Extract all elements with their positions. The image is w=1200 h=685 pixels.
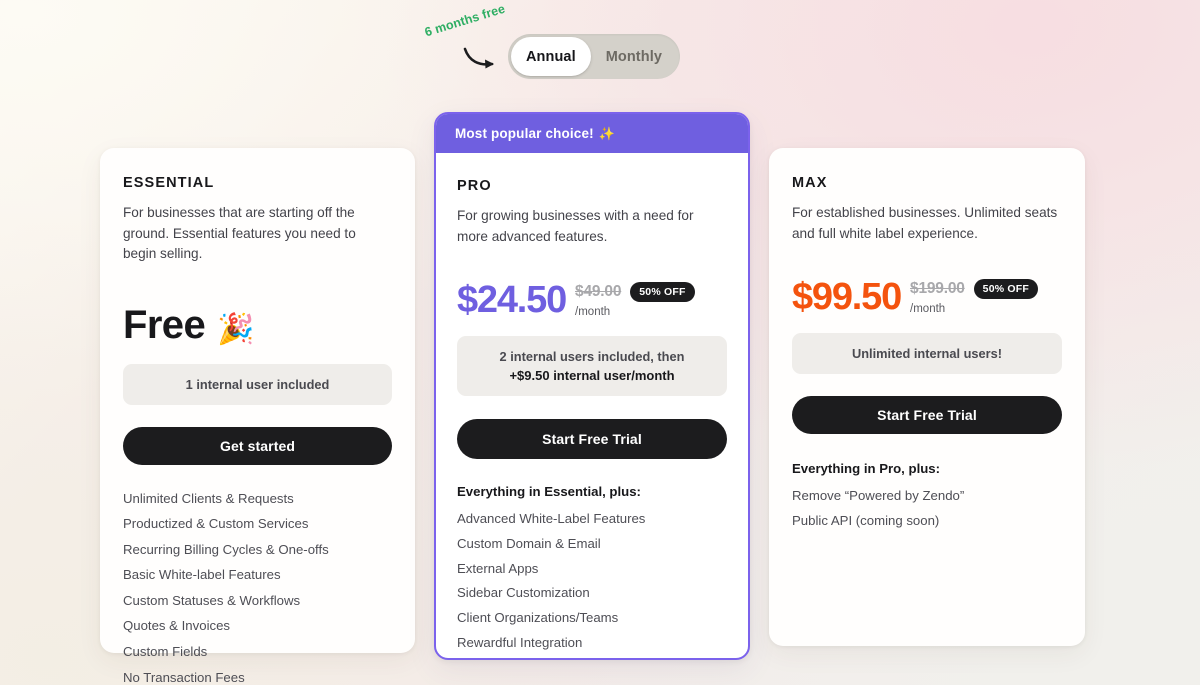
curved-arrow-icon <box>463 47 494 69</box>
price-original-pro: $49.00 <box>575 283 622 300</box>
feature-heading-pro: Everything in Essential, plus: <box>457 484 641 499</box>
plan-name-essential: ESSENTIAL <box>123 175 215 191</box>
card-body-pro: PRO For growing businesses with a need f… <box>436 153 748 658</box>
seats-note-max: Unlimited internal users! <box>792 333 1062 374</box>
billing-option-monthly[interactable]: Monthly <box>591 37 677 76</box>
feature-item: Remove “Powered by Zendo” <box>792 488 965 503</box>
pricing-card-essential: ESSENTIAL For businesses that are starti… <box>100 148 415 684</box>
feature-item: External Apps <box>457 560 539 576</box>
price-original-max: $199.00 <box>910 280 965 297</box>
feature-item: Unlimited Clients & Requests <box>123 490 294 506</box>
cta-start-free-trial-max[interactable]: Start Free Trial <box>792 396 1062 434</box>
billing-period-switch[interactable]: Annual Monthly <box>508 34 680 79</box>
seats-note-pro-period: /month <box>631 368 675 383</box>
price-essential: Free <box>123 302 206 347</box>
feature-item: Recurring Billing Cycles & One-offs <box>123 541 329 557</box>
feature-list-pro: Everything in Essential, plus: Advanced … <box>457 484 727 658</box>
seats-note-pro: 2 internal users included, then +$9.50 i… <box>457 336 727 396</box>
pricing-page: 6 months free Annual Monthly ESSENTIAL F… <box>0 0 1200 685</box>
price-meta-top-pro: $49.00 50% OFF <box>575 282 695 302</box>
price-max: $99.50 <box>792 276 902 318</box>
price-row-essential: Free 🎉 <box>123 295 392 345</box>
pricing-card-pro: Most popular choice! ✨ PRO For growing b… <box>434 112 750 660</box>
card-body-essential: ESSENTIAL For businesses that are starti… <box>100 148 415 685</box>
feature-heading-max: Everything in Pro, plus: <box>792 461 941 476</box>
seats-note-pro-amount: +$9.50 internal user <box>509 368 632 383</box>
confetti-icon: 🎉 <box>217 312 255 346</box>
billing-option-annual[interactable]: Annual <box>511 37 591 76</box>
plan-name-pro: PRO <box>457 178 492 194</box>
feature-item: No Transaction Fees <box>123 669 245 685</box>
seats-note-pro-line2: +$9.50 internal user/month <box>467 366 717 385</box>
plan-description-max: For established businesses. Unlimited se… <box>792 205 1058 241</box>
card-body-max: MAX For established businesses. Unlimite… <box>769 148 1085 527</box>
feature-item: Sidebar Customization <box>457 585 590 601</box>
price-meta-top-max: $199.00 50% OFF <box>910 279 1038 299</box>
feature-item: Public API (coming soon) <box>792 512 940 528</box>
feature-item: Productized & Custom Services <box>123 516 309 532</box>
cta-start-free-trial-pro[interactable]: Start Free Trial <box>457 419 727 459</box>
price-period-max: /month <box>910 303 946 315</box>
feature-item: Client Organizations/Teams <box>457 610 619 626</box>
feature-item: Custom Fields <box>123 644 208 660</box>
price-pro: $24.50 <box>457 279 567 321</box>
seats-note-pro-line1: 2 internal users included, then <box>499 349 685 364</box>
feature-item: Rewardful Integration <box>457 634 583 650</box>
most-popular-banner: Most popular choice! ✨ <box>436 114 748 153</box>
feature-item: Advanced White-Label Features <box>457 511 646 526</box>
plan-description-pro: For growing businesses with a need for m… <box>457 208 694 244</box>
discount-badge-max: 50% OFF <box>973 279 1038 299</box>
sparkle-icon: ✨ <box>598 125 616 141</box>
seats-note-essential: 1 internal user included <box>123 363 392 405</box>
feature-item: Basic White-label Features <box>123 567 281 583</box>
feature-item: Custom Domain & Email <box>457 535 601 551</box>
plan-description-essential: For businesses that are starting off the… <box>123 205 356 261</box>
plan-name-max: MAX <box>792 175 828 191</box>
feature-item: Custom Statuses & Workflows <box>123 592 301 608</box>
price-period-pro: /month <box>575 306 611 318</box>
price-row-max: $99.50 $199.00 50% OFF /month <box>792 266 1062 316</box>
feature-item: Quotes & Invoices <box>123 618 231 634</box>
price-row-pro: $24.50 $49.00 50% OFF /month <box>457 269 727 319</box>
most-popular-banner-label: Most popular choice! <box>455 126 594 141</box>
cta-get-started[interactable]: Get started <box>123 426 392 465</box>
discount-badge-pro: 50% OFF <box>630 282 695 302</box>
promo-label: 6 months free <box>423 1 507 40</box>
billing-toggle-section: 6 months free Annual Monthly <box>0 0 1200 110</box>
pricing-card-max: MAX For established businesses. Unlimite… <box>769 148 1085 646</box>
feature-list-max: Everything in Pro, plus: Remove “Powered… <box>792 461 1062 527</box>
price-meta-pro: $49.00 50% OFF /month <box>575 282 695 319</box>
price-meta-max: $199.00 50% OFF /month <box>910 279 1038 316</box>
feature-list-essential: Unlimited Clients & Requests Productized… <box>123 490 392 685</box>
